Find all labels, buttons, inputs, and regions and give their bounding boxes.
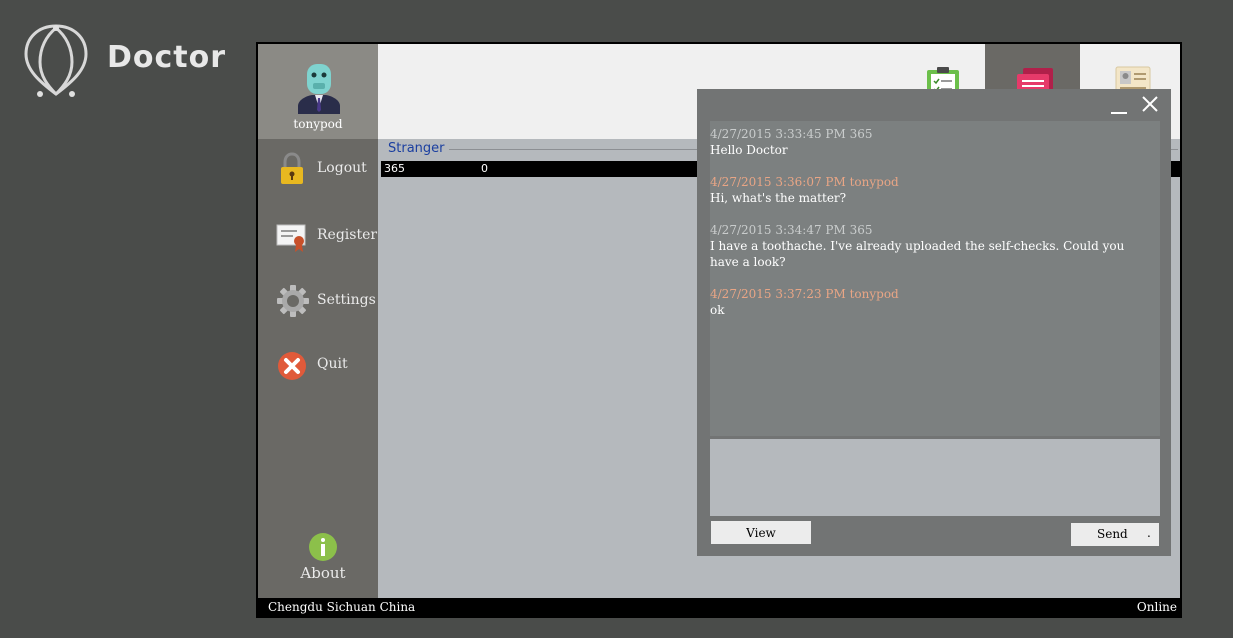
message-text: Hello Doctor bbox=[710, 143, 788, 157]
message-text: ok bbox=[710, 303, 725, 317]
online-status: Online bbox=[1136, 600, 1177, 614]
contact-count: 0 bbox=[481, 162, 488, 175]
about-button[interactable]: About bbox=[288, 532, 358, 588]
message-text: I have a toothache. I've already uploade… bbox=[710, 239, 1125, 269]
profile-panel[interactable]: tonypod bbox=[258, 44, 378, 139]
message-meta: 4/27/2015 3:33:45 PM 365 bbox=[710, 127, 873, 141]
about-label: About bbox=[300, 564, 346, 582]
group-title[interactable]: Stranger bbox=[388, 141, 449, 156]
sidebar-item-quit[interactable]: Quit bbox=[276, 348, 376, 382]
message-meta: 4/27/2015 3:34:47 PM 365 bbox=[710, 223, 873, 237]
robot-avatar-icon bbox=[298, 64, 340, 114]
status-bar: Chengdu Sichuan China Online bbox=[258, 598, 1180, 616]
gear-icon bbox=[277, 285, 309, 317]
view-button[interactable]: View bbox=[711, 521, 811, 544]
username: tonypod bbox=[293, 117, 343, 131]
send-label: Send bbox=[1097, 527, 1128, 541]
sidebar-item-label: Logout bbox=[317, 160, 367, 176]
minimize-icon[interactable] bbox=[1109, 97, 1129, 117]
sidebar: tonypod Logout Register Settings Quit Ab… bbox=[258, 44, 378, 598]
contact-id: 365 bbox=[384, 162, 405, 175]
chat-message: 4/27/2015 3:36:07 PM tonypod Hi, what's … bbox=[710, 174, 1155, 206]
brand: Doctor bbox=[22, 22, 225, 98]
sidebar-item-settings[interactable]: Settings bbox=[276, 284, 376, 318]
chat-message: 4/27/2015 3:34:47 PM 365 I have a tootha… bbox=[710, 222, 1155, 270]
close-icon[interactable] bbox=[1139, 93, 1161, 115]
location-text: Chengdu Sichuan China bbox=[268, 600, 416, 614]
close-circle-icon bbox=[278, 352, 306, 380]
chat-log[interactable]: 4/27/2015 3:33:45 PM 365 Hello Doctor 4/… bbox=[710, 121, 1160, 436]
padlock-icon bbox=[281, 152, 303, 184]
sidebar-item-label: Settings bbox=[317, 292, 376, 308]
info-icon bbox=[309, 533, 337, 561]
message-meta: 4/27/2015 3:36:07 PM tonypod bbox=[710, 175, 899, 189]
certificate-icon bbox=[276, 224, 306, 252]
pin-logo-icon bbox=[24, 24, 88, 97]
send-options-label: . bbox=[1147, 526, 1151, 540]
sidebar-item-label: Register bbox=[317, 227, 378, 243]
sidebar-item-label: Quit bbox=[317, 356, 348, 372]
chat-window: 4/27/2015 3:33:45 PM 365 Hello Doctor 4/… bbox=[697, 89, 1171, 556]
chat-message: 4/27/2015 3:33:45 PM 365 Hello Doctor bbox=[710, 126, 1155, 158]
message-text: Hi, what's the matter? bbox=[710, 191, 847, 205]
brand-name: Doctor bbox=[107, 40, 227, 75]
sidebar-item-logout[interactable]: Logout bbox=[276, 152, 376, 186]
sidebar-item-register[interactable]: Register bbox=[276, 219, 378, 253]
message-meta: 4/27/2015 3:37:23 PM tonypod bbox=[710, 287, 899, 301]
chat-message: 4/27/2015 3:37:23 PM tonypod ok bbox=[710, 286, 1155, 318]
send-button[interactable]: Send . bbox=[1071, 523, 1159, 546]
message-input[interactable] bbox=[710, 439, 1160, 516]
